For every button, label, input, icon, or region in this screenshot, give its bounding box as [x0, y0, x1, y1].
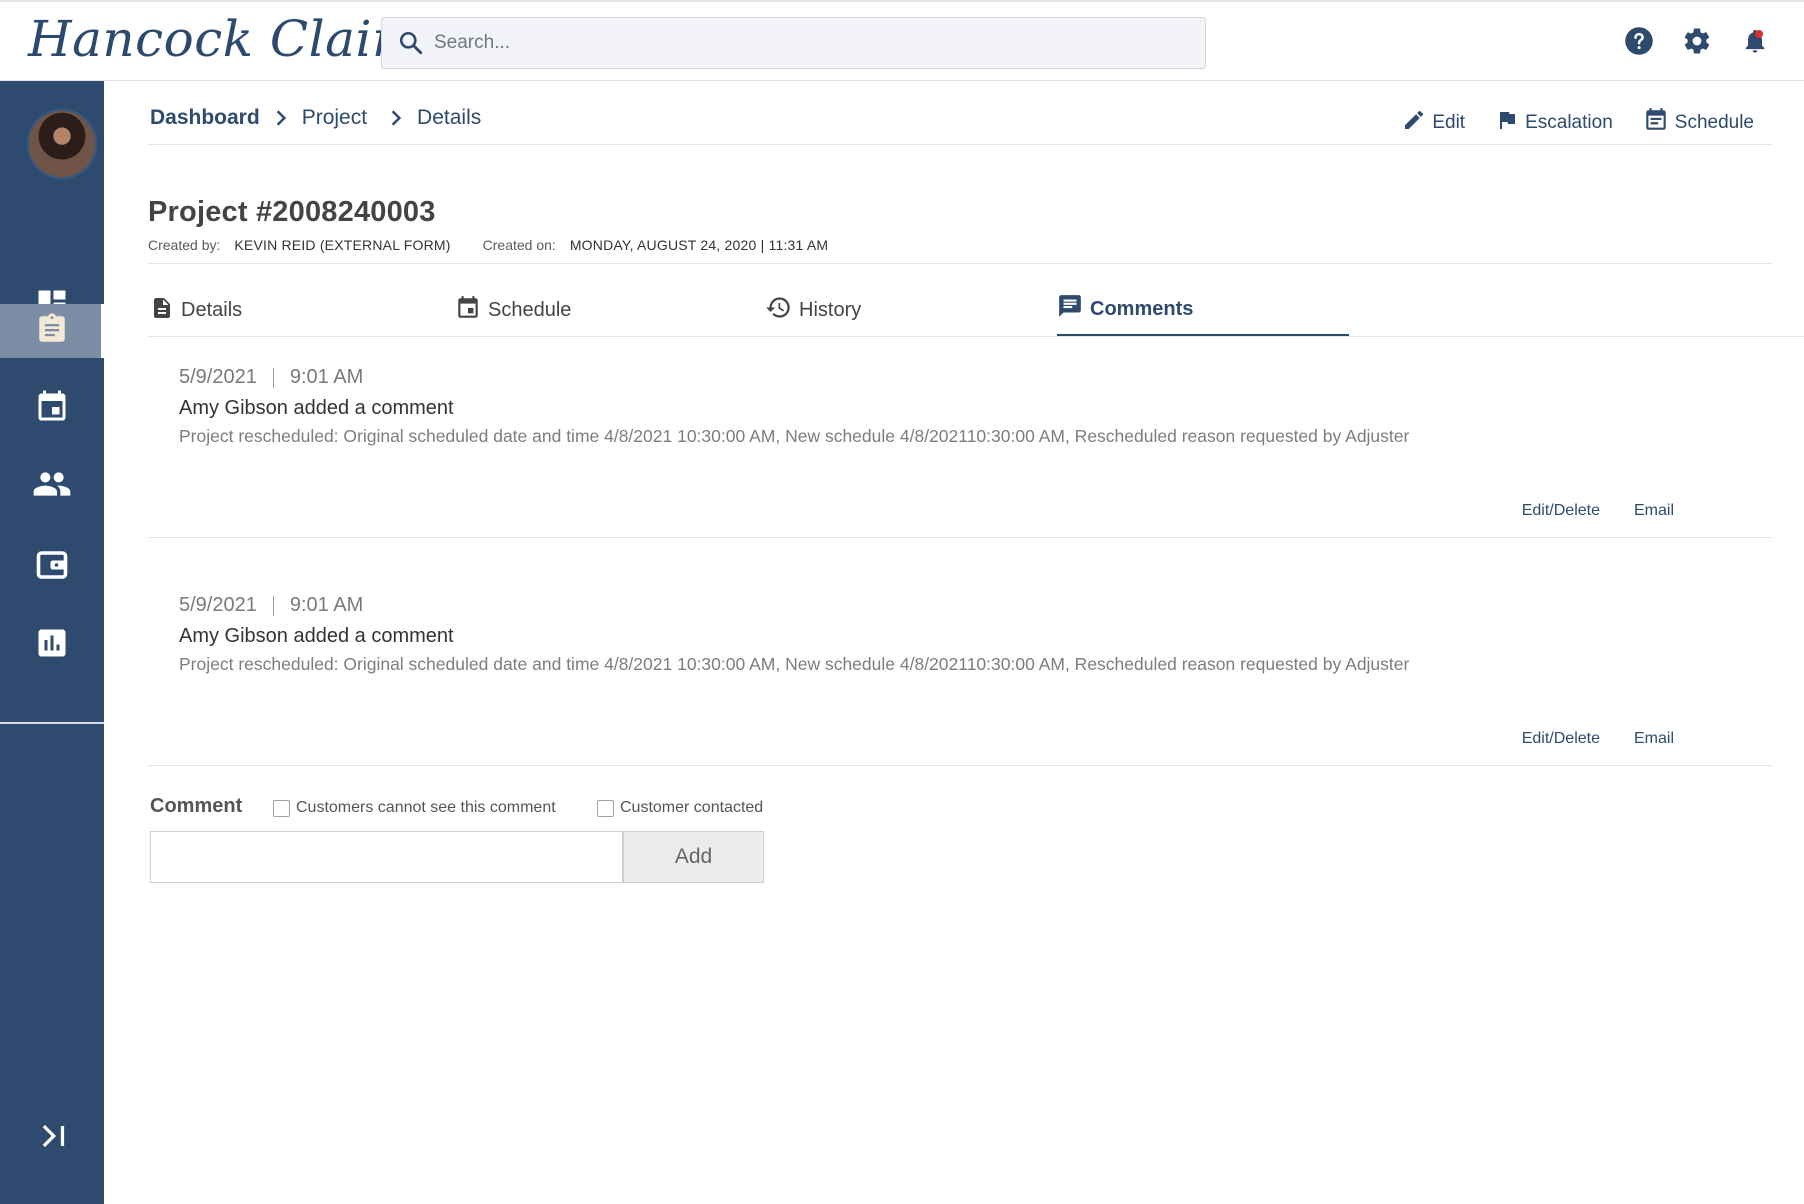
private-comment-label: Customers cannot see this comment [296, 799, 556, 816]
checkbox[interactable] [597, 799, 614, 817]
avatar[interactable] [29, 111, 95, 177]
pencil-icon [1402, 108, 1426, 138]
comment-actions: Edit/Delete Email [1522, 502, 1674, 520]
escalation-button[interactable]: Escalation [1495, 106, 1613, 140]
created-on-label: Created on: [482, 237, 556, 253]
divider [148, 144, 1772, 145]
customer-contacted-label: Customer contacted [620, 799, 764, 816]
breadcrumb-dashboard[interactable]: Dashboard [150, 106, 260, 130]
comment-time: 9:01 AM [289, 366, 364, 388]
sidebar-item-wallet[interactable] [0, 540, 104, 594]
checkbox[interactable] [273, 799, 290, 817]
document-icon [150, 294, 174, 328]
tab-schedule[interactable]: Schedule [455, 284, 571, 337]
search-icon [396, 28, 426, 58]
comment-item: 5/9/2021 9:01 AM Amy Gibson added a comm… [148, 366, 1772, 536]
comment-date: 5/9/2021 [179, 366, 257, 388]
comment-input[interactable] [150, 831, 623, 883]
people-icon [32, 464, 72, 509]
email-link[interactable]: Email [1634, 502, 1674, 520]
tab-history[interactable]: History [765, 284, 861, 337]
edit-delete-link[interactable]: Edit/Delete [1522, 730, 1600, 748]
history-icon [765, 294, 792, 327]
expand-sidebar-button[interactable] [40, 1123, 70, 1153]
comment-author: Amy Gibson added a comment [179, 397, 454, 419]
page-title: Project #2008240003 [148, 196, 436, 228]
divider [148, 537, 1772, 538]
tab-comments-label: Comments [1090, 297, 1194, 320]
comment-date: 5/9/2021 [179, 594, 257, 616]
sidebar [0, 81, 104, 1204]
comment-time: 9:01 AM [289, 594, 364, 616]
calendar-icon [1643, 106, 1669, 140]
tab-details-label: Details [181, 299, 243, 321]
header-icons [1624, 24, 1770, 58]
tab-schedule-label: Schedule [488, 299, 572, 321]
calendar-icon [455, 294, 481, 328]
search-bar[interactable] [381, 17, 1206, 69]
breadcrumb-project[interactable]: Project [302, 106, 367, 130]
project-meta: Created by: KEVIN REID (EXTERNAL FORM) C… [148, 237, 828, 253]
comment-author: Amy Gibson added a comment [179, 625, 454, 647]
tab-details[interactable]: Details [150, 284, 242, 337]
comment-timestamp: 5/9/2021 9:01 AM [179, 594, 363, 617]
comment-body: Project rescheduled: Original scheduled … [179, 654, 1410, 674]
page-actions: Edit Escalation Schedule [1402, 106, 1754, 140]
breadcrumb: Dashboard Project Details [150, 106, 481, 130]
escalation-label: Escalation [1525, 112, 1613, 133]
notification-dot [1755, 30, 1763, 38]
top-bar: Hancock Claims [0, 0, 1804, 81]
private-comment-checkbox[interactable]: Customers cannot see this comment [273, 799, 556, 817]
sidebar-item-people[interactable] [0, 459, 104, 513]
created-by-label: Created by: [148, 237, 221, 253]
divider [148, 263, 1772, 264]
tab-comments[interactable]: Comments [1057, 284, 1349, 337]
clipboard-icon [35, 312, 69, 351]
flag-icon [1495, 107, 1519, 139]
comment-actions: Edit/Delete Email [1522, 730, 1674, 748]
help-icon[interactable] [1624, 24, 1654, 58]
calendar-icon [34, 389, 70, 430]
comment-timestamp: 5/9/2021 9:01 AM [179, 366, 363, 389]
search-input[interactable] [434, 32, 1194, 54]
sidebar-item-calendar[interactable] [0, 382, 104, 436]
bell-icon[interactable] [1740, 24, 1770, 58]
chevron-right-icon [274, 109, 288, 127]
edit-delete-link[interactable]: Edit/Delete [1522, 502, 1600, 520]
customer-contacted-checkbox[interactable]: Customer contacted [597, 799, 763, 817]
edit-label: Edit [1432, 112, 1466, 133]
add-comment-button[interactable]: Add [623, 831, 764, 883]
edit-button[interactable]: Edit [1402, 106, 1465, 140]
chevron-right-icon [389, 109, 403, 127]
divider [148, 336, 1804, 337]
bar-chart-icon [34, 625, 70, 666]
comment-label: Comment [150, 795, 243, 817]
comment-item: 5/9/2021 9:01 AM Amy Gibson added a comm… [148, 594, 1772, 764]
email-link[interactable]: Email [1634, 730, 1674, 748]
comment-body: Project rescheduled: Original scheduled … [179, 426, 1410, 446]
tab-history-label: History [799, 299, 862, 321]
schedule-button[interactable]: Schedule [1643, 106, 1754, 140]
schedule-label: Schedule [1674, 112, 1754, 133]
sidebar-divider [0, 722, 104, 724]
tab-bar: Details Schedule History Comments [148, 284, 1772, 337]
sidebar-item-reports[interactable] [0, 618, 104, 672]
gear-icon[interactable] [1682, 24, 1712, 58]
created-by-value: KEVIN REID (EXTERNAL FORM) [234, 237, 451, 253]
comment-icon [1057, 293, 1083, 325]
expand-icon [40, 1121, 70, 1156]
sidebar-item-projects[interactable] [0, 304, 104, 358]
breadcrumb-details: Details [417, 106, 482, 129]
divider [148, 765, 1772, 766]
created-on-value: MONDAY, AUGUST 24, 2020 | 11:31 AM [569, 237, 829, 253]
wallet-icon [34, 547, 70, 588]
